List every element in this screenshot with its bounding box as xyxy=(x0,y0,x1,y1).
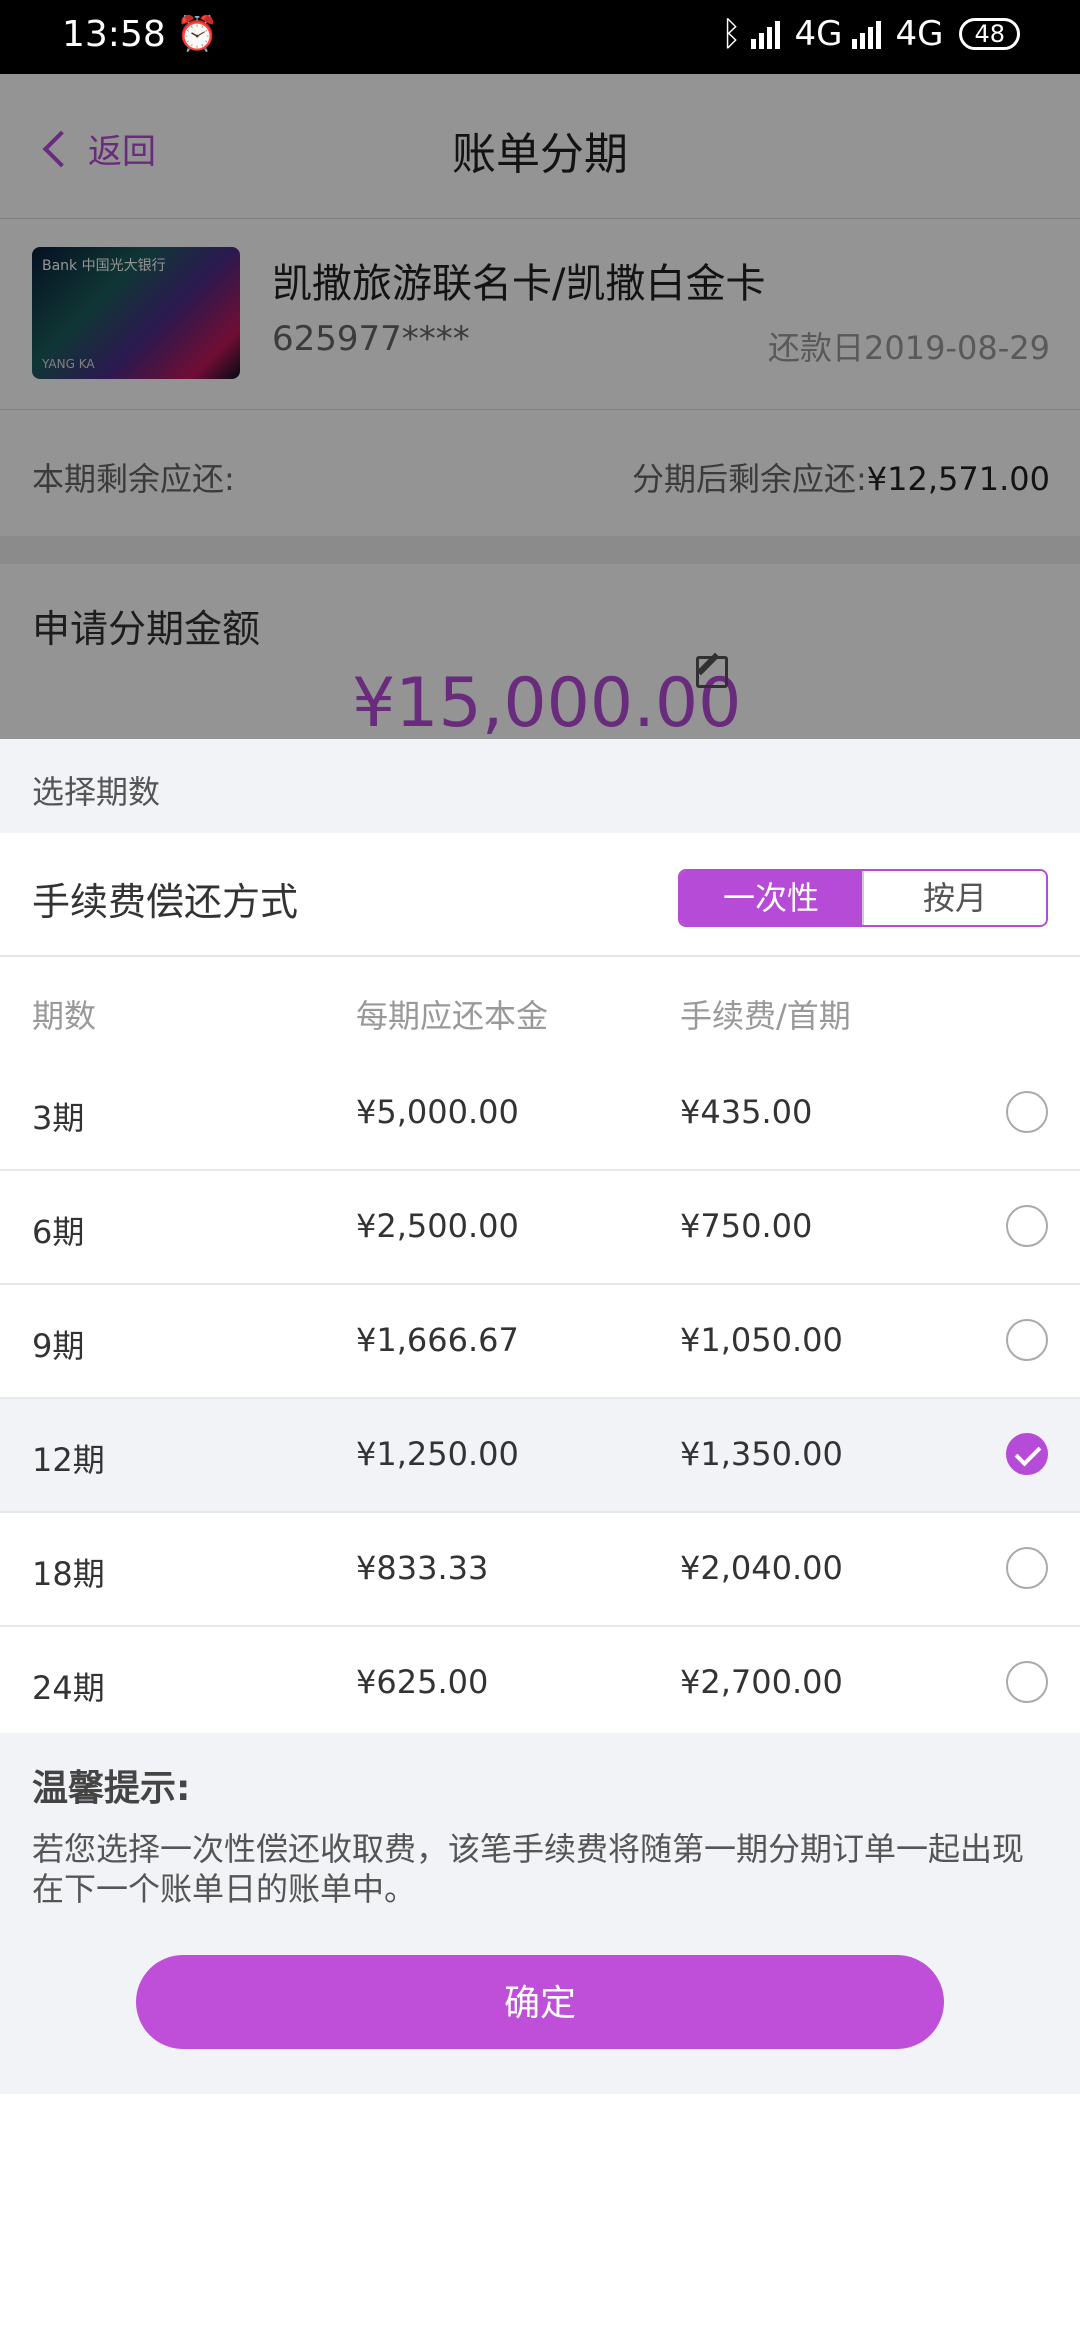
column-header-fee: 手续费/首期 xyxy=(680,997,851,1035)
fee-method-row: 手续费偿还方式 一次性 按月 xyxy=(0,833,1080,957)
plan-principal: ¥5,000.00 xyxy=(356,1093,519,1131)
plan-principal: ¥1,250.00 xyxy=(356,1435,519,1473)
plan-term: 6期 xyxy=(32,1213,85,1251)
plan-principal: ¥625.00 xyxy=(356,1663,489,1701)
plan-row-24[interactable]: 24期 ¥625.00 ¥2,700.00 xyxy=(0,1627,1080,1741)
plan-list: 3期 ¥5,000.00 ¥435.00 6期 ¥2,500.00 ¥750.0… xyxy=(0,1057,1080,1741)
signal-icon-2 xyxy=(852,19,882,49)
plan-row-6[interactable]: 6期 ¥2,500.00 ¥750.00 xyxy=(0,1171,1080,1285)
blank-area xyxy=(0,2094,1080,2340)
battery-icon: 48 xyxy=(959,18,1020,50)
radio-checked-icon[interactable] xyxy=(1006,1433,1048,1475)
network-label-2: 4G xyxy=(895,14,944,54)
plan-fee: ¥750.00 xyxy=(680,1207,813,1245)
alarm-icon: ⏰ xyxy=(176,14,219,54)
plan-fee: ¥1,050.00 xyxy=(680,1321,843,1359)
column-header-principal: 每期应还本金 xyxy=(356,997,549,1035)
plan-term: 12期 xyxy=(32,1441,105,1479)
plan-principal: ¥2,500.00 xyxy=(356,1207,519,1245)
status-bar: 13:58 ⏰ ᛒ 4G 4G 48 xyxy=(0,0,1080,74)
radio-button[interactable] xyxy=(1006,1205,1048,1247)
confirm-button[interactable]: 确定 xyxy=(136,1955,944,2049)
tips-section: 温馨提示: 若您选择一次性偿还收取费，该笔手续费将随第一期分期订单一起出现在下一… xyxy=(0,1733,1080,2094)
column-header-term: 期数 xyxy=(32,997,97,1035)
plan-fee: ¥2,040.00 xyxy=(680,1549,843,1587)
radio-button[interactable] xyxy=(1006,1319,1048,1361)
table-header: 期数 每期应还本金 手续费/首期 xyxy=(0,957,1080,1057)
radio-button[interactable] xyxy=(1006,1091,1048,1133)
plan-term: 3期 xyxy=(32,1099,85,1137)
plan-principal: ¥1,666.67 xyxy=(356,1321,519,1359)
fee-method-toggle: 一次性 按月 xyxy=(678,869,1048,927)
plan-row-3[interactable]: 3期 ¥5,000.00 ¥435.00 xyxy=(0,1057,1080,1171)
status-icons: ᛒ 4G 4G 48 xyxy=(721,14,1020,54)
tips-title: 温馨提示: xyxy=(32,1768,191,1809)
plan-term: 9期 xyxy=(32,1327,85,1365)
sheet-header: 选择期数 xyxy=(0,739,1080,833)
plan-row-9[interactable]: 9期 ¥1,666.67 ¥1,050.00 xyxy=(0,1285,1080,1399)
signal-icon xyxy=(751,19,781,49)
plan-row-12[interactable]: 12期 ¥1,250.00 ¥1,350.00 xyxy=(0,1399,1080,1513)
bluetooth-icon: ᛒ xyxy=(721,14,742,54)
radio-button[interactable] xyxy=(1006,1661,1048,1703)
modal-overlay[interactable] xyxy=(0,74,1080,739)
fee-option-lump-sum[interactable]: 一次性 xyxy=(680,871,862,925)
plan-term: 24期 xyxy=(32,1669,105,1707)
sheet-title: 选择期数 xyxy=(32,773,161,811)
network-label-1: 4G xyxy=(794,14,843,54)
radio-button[interactable] xyxy=(1006,1547,1048,1589)
tips-text: 若您选择一次性偿还收取费，该笔手续费将随第一期分期订单一起出现在下一个账单日的账… xyxy=(32,1830,1025,1908)
plan-fee: ¥2,700.00 xyxy=(680,1663,843,1701)
status-time: 13:58 xyxy=(62,14,166,55)
fee-method-label: 手续费偿还方式 xyxy=(32,880,299,924)
plan-term: 18期 xyxy=(32,1555,105,1593)
plan-fee: ¥435.00 xyxy=(680,1093,813,1131)
plan-row-18[interactable]: 18期 ¥833.33 ¥2,040.00 xyxy=(0,1513,1080,1627)
plan-principal: ¥833.33 xyxy=(356,1549,489,1587)
plan-fee: ¥1,350.00 xyxy=(680,1435,843,1473)
term-selection-sheet: 选择期数 手续费偿还方式 一次性 按月 期数 每期应还本金 手续费/首期 3期 … xyxy=(0,739,1080,2094)
fee-option-monthly[interactable]: 按月 xyxy=(862,871,1046,925)
